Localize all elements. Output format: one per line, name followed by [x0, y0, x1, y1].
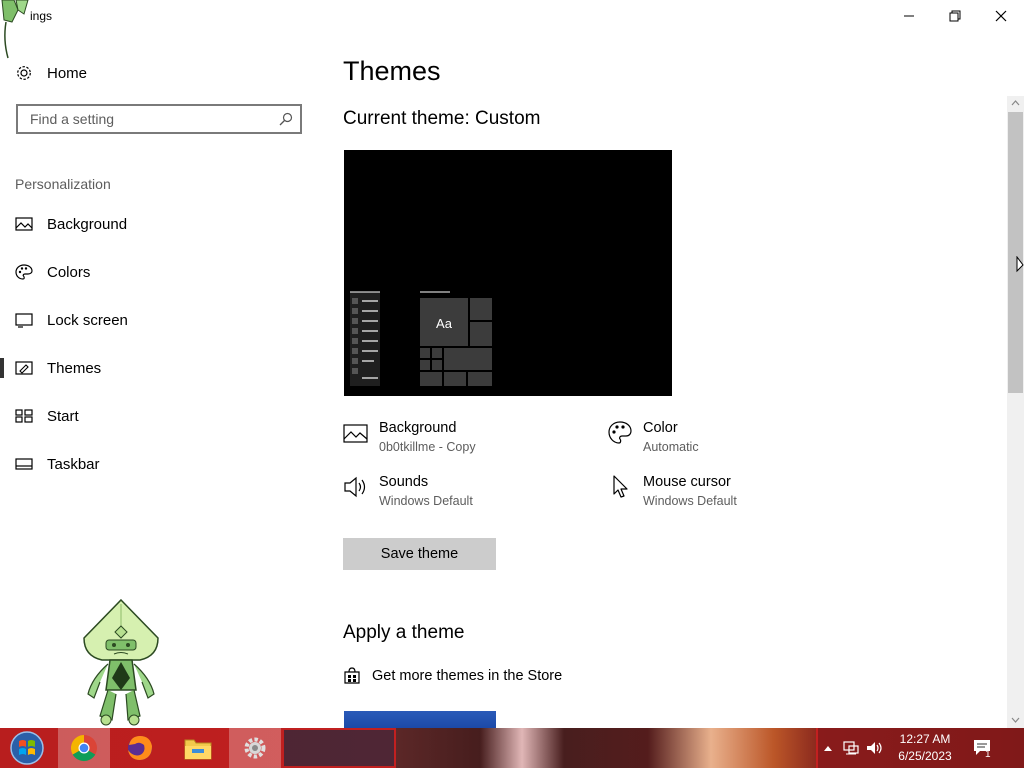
sidebar-item-colors[interactable]: Colors [0, 252, 320, 292]
store-icon [344, 667, 360, 684]
start-orb-icon [10, 731, 44, 765]
search-box[interactable] [16, 104, 302, 134]
palette-icon [608, 421, 632, 444]
taskbar-icon [15, 458, 33, 470]
minimize-icon [904, 15, 914, 17]
sidebar-item-label: Start [47, 407, 79, 425]
scrollbar-thumb[interactable] [1008, 112, 1023, 393]
taskbar-settings[interactable] [229, 728, 281, 768]
taskbar-clock[interactable]: 12:27 AM 6/25/2023 [890, 731, 960, 765]
search-input[interactable] [28, 110, 272, 128]
taskbar-wallpaper-strip [396, 728, 816, 768]
sidebar-item-lock-screen[interactable]: Lock screen [0, 300, 320, 340]
settings-gear-icon [244, 737, 266, 759]
gear-icon [17, 66, 31, 80]
start-grid-icon [15, 409, 33, 423]
cursor-icon [613, 475, 628, 498]
minimize-button[interactable] [886, 0, 932, 32]
home-nav-item[interactable]: Home [15, 61, 315, 85]
property-color[interactable]: Color Automatic [607, 420, 847, 460]
lock-screen-icon [15, 313, 33, 328]
theme-preview-graphic: Aa [350, 291, 492, 386]
sidebar-item-background[interactable]: Background [0, 204, 320, 244]
chevron-down-icon [1011, 717, 1020, 723]
taskbar: 12:27 AM 6/25/2023 1 [0, 728, 1024, 768]
chevron-up-icon [824, 746, 832, 751]
speaker-icon [344, 476, 366, 498]
property-title: Color [643, 420, 678, 436]
scroll-up-arrow[interactable] [1007, 96, 1024, 110]
chrome-icon [70, 734, 97, 762]
property-value: 0b0tkillme - Copy [379, 440, 476, 454]
network-icon [843, 741, 859, 755]
title-bar: ings [0, 0, 1024, 59]
current-theme-label: Current theme: Custom [343, 108, 541, 129]
clock-time: 12:27 AM [899, 732, 951, 746]
window-title: ings [30, 9, 53, 23]
sidebar-item-label: Colors [47, 263, 91, 281]
page-title: Themes [343, 56, 441, 86]
theme-thumbnail[interactable] [344, 711, 496, 728]
property-sounds[interactable]: Sounds Windows Default [343, 474, 583, 514]
tray-network[interactable] [840, 728, 862, 768]
sidebar-item-label: Taskbar [47, 455, 100, 473]
property-value: Windows Default [643, 494, 737, 508]
store-link-label: Get more themes in the Store [372, 668, 563, 684]
property-mouse-cursor[interactable]: Mouse cursor Windows Default [607, 474, 847, 514]
property-title: Background [379, 420, 457, 436]
tray-volume[interactable] [864, 728, 886, 768]
preview-sample-text: Aa [436, 316, 453, 331]
mouse-pointer-icon [1016, 256, 1024, 273]
save-theme-button[interactable]: Save theme [343, 538, 496, 570]
section-label-personalization: Personalization [15, 176, 111, 192]
taskbar-chrome[interactable] [58, 728, 110, 768]
sidebar-item-themes[interactable]: Themes [0, 348, 320, 388]
restore-icon [949, 10, 961, 22]
picture-icon [343, 424, 368, 443]
property-value: Windows Default [379, 494, 473, 508]
picture-icon [15, 217, 33, 231]
tray-expand-button[interactable] [820, 728, 836, 768]
restore-button[interactable] [932, 0, 978, 32]
action-center-button[interactable]: 1 [970, 728, 996, 768]
property-background[interactable]: Background 0b0tkillme - Copy [343, 420, 583, 460]
start-button[interactable] [2, 728, 52, 768]
sidebar-item-label: Lock screen [47, 311, 128, 329]
mascot-sticker-icon [83, 598, 159, 726]
firefox-icon [128, 736, 152, 760]
theme-preview: Aa [344, 150, 672, 396]
scroll-down-arrow[interactable] [1007, 713, 1024, 727]
palette-icon [15, 264, 33, 280]
sidebar-item-start[interactable]: Start [0, 396, 320, 436]
sidebar-item-taskbar[interactable]: Taskbar [0, 444, 320, 484]
store-themes-link[interactable]: Get more themes in the Store [343, 665, 562, 687]
taskbar-firefox[interactable] [114, 728, 166, 768]
notification-count: 1 [985, 749, 991, 760]
property-value: Automatic [643, 440, 699, 454]
close-button[interactable] [978, 0, 1024, 32]
chevron-up-icon [1011, 100, 1020, 106]
search-icon[interactable] [272, 112, 300, 126]
taskbar-running-window[interactable] [284, 730, 394, 766]
sidebar-item-label: Background [47, 215, 128, 233]
property-title: Sounds [379, 474, 429, 490]
taskbar-file-explorer[interactable] [172, 728, 224, 768]
property-title: Mouse cursor [643, 474, 731, 490]
brush-icon [15, 361, 33, 375]
sidebar-item-label: Themes [47, 359, 102, 377]
home-label: Home [47, 64, 88, 82]
apply-theme-heading: Apply a theme [343, 622, 465, 643]
volume-icon [867, 742, 882, 754]
file-explorer-icon [184, 739, 212, 760]
clock-date: 6/25/2023 [898, 749, 952, 763]
close-icon [995, 10, 1007, 22]
